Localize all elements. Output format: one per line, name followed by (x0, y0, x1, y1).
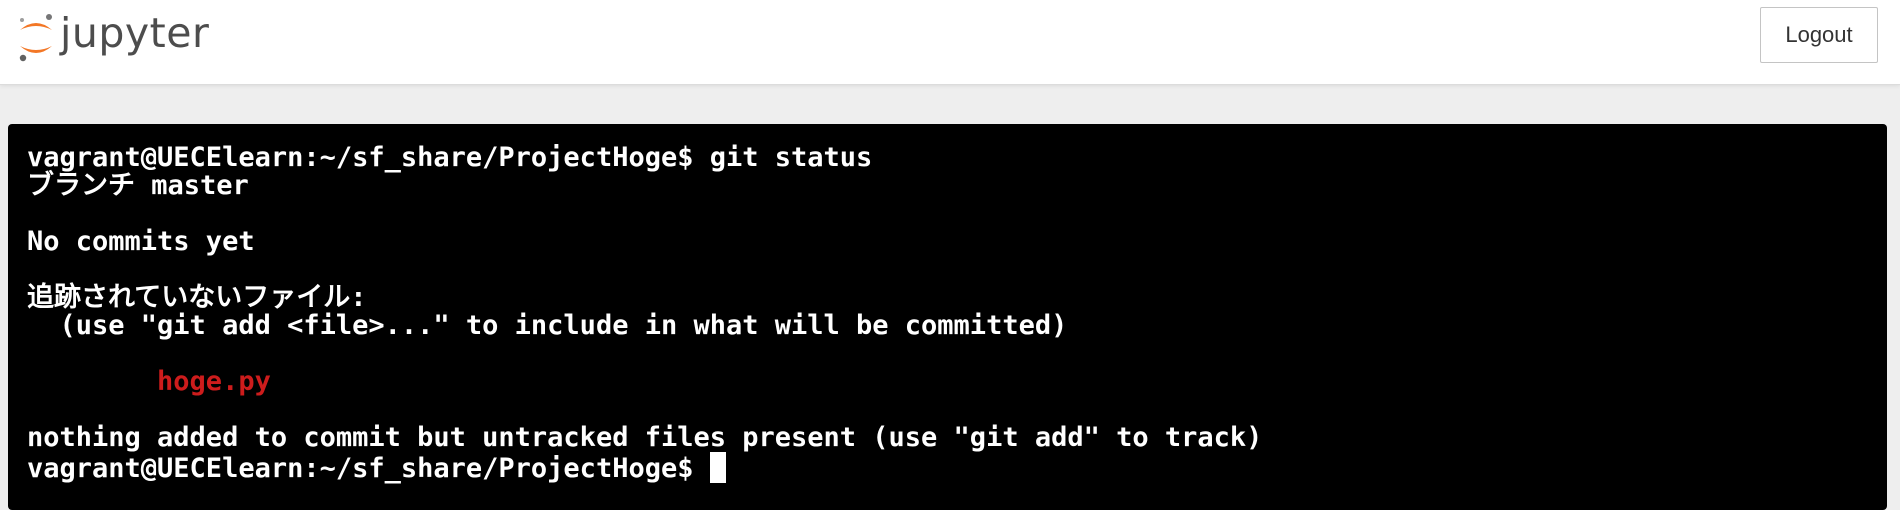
terminal-window[interactable]: vagrant@UECElearn:~/sf_share/ProjectHoge… (8, 124, 1887, 510)
logo-text: jupyter (60, 8, 210, 57)
jupyter-logo[interactable]: jupyter (16, 6, 209, 66)
terminal-line: nothing added to commit but untracked fi… (27, 422, 1263, 453)
terminal-line: (use "git add <file>..." to include in w… (27, 310, 1068, 341)
header-bar: jupyter Logout (0, 0, 1900, 85)
terminal-line: vagrant@UECElearn:~/sf_share/ProjectHoge… (27, 142, 873, 173)
terminal-line: ブランチ master (27, 170, 249, 201)
terminal-line: 追跡されていないファイル: (27, 282, 367, 313)
terminal-line: No commits yet (27, 226, 255, 257)
terminal-prompt-line: vagrant@UECElearn:~/sf_share/ProjectHoge… (27, 452, 1887, 483)
prompt-text: vagrant@UECElearn:~/sf_share/ProjectHoge… (27, 453, 710, 484)
logout-button[interactable]: Logout (1760, 7, 1878, 63)
terminal-cursor (709, 452, 726, 483)
jupyter-logo-icon (19, 14, 52, 62)
untracked-file-line: hoge.py (27, 366, 271, 397)
